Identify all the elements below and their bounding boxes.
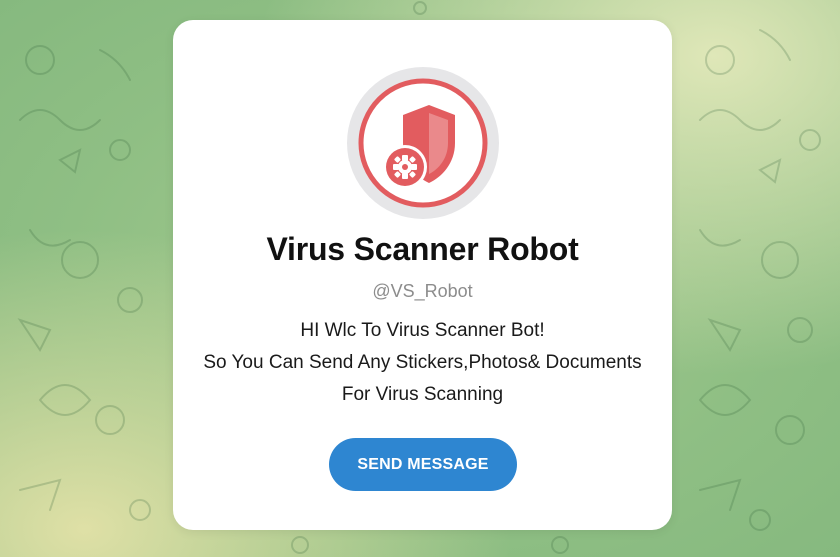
bot-username: @VS_Robot xyxy=(372,281,473,301)
description-line: For Virus Scanning xyxy=(341,384,504,405)
description-line: HI Wlc To Virus Scanner Bot! xyxy=(300,320,545,341)
bot-description: HI Wlc To Virus Scanner Bot! So You Can … xyxy=(183,315,662,411)
shield-gear-icon xyxy=(358,78,488,208)
bot-profile-card: Virus Scanner Robot @VS_Robot HI Wlc To … xyxy=(173,20,672,530)
bot-avatar xyxy=(347,67,499,219)
bot-name: Virus Scanner Robot xyxy=(266,231,579,267)
description-line: So You Can Send Any Stickers,Photos& Doc… xyxy=(203,352,642,373)
send-message-button[interactable]: SEND MESSAGE xyxy=(329,438,517,491)
